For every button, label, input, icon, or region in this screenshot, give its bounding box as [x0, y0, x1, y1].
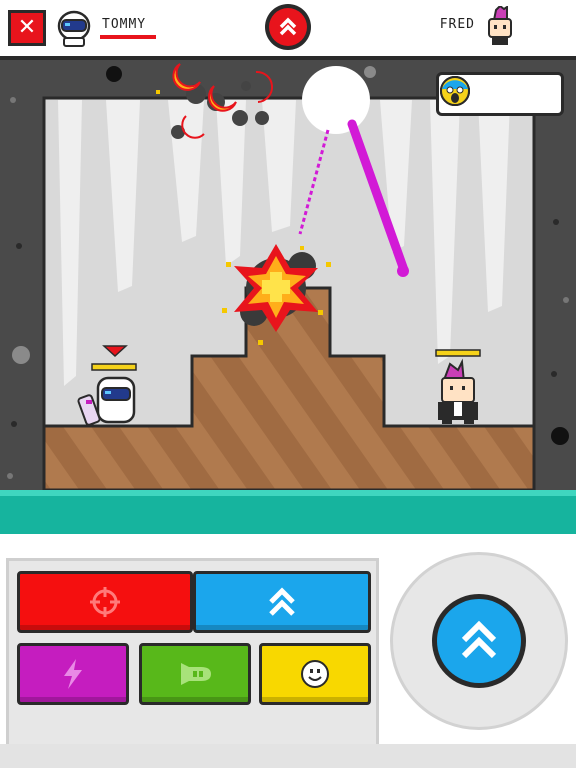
aim-button[interactable]	[17, 571, 193, 633]
crosshair-icon	[90, 587, 120, 617]
player1-name: TOMMY	[102, 17, 147, 32]
astronaut-avatar-icon	[57, 10, 91, 47]
close-button[interactable]: ✕	[8, 10, 46, 46]
water	[0, 490, 576, 534]
player1-health-bar	[100, 35, 156, 39]
game-board	[0, 56, 576, 534]
double-chevron-up-icon	[461, 620, 497, 659]
turn-indicator[interactable]	[265, 4, 311, 50]
top-hud: ✕ TOMMY FRED	[0, 0, 576, 56]
control-panel	[0, 534, 576, 768]
water-highlight	[0, 490, 576, 496]
game-scene[interactable]	[0, 56, 576, 534]
fire-button[interactable]	[432, 594, 526, 688]
double-chevron-up-icon	[269, 587, 295, 616]
emote-button[interactable]	[259, 643, 371, 705]
player2-name: FRED	[439, 17, 475, 32]
punk-mohawk-avatar-icon	[488, 6, 512, 45]
jump-button[interactable]	[193, 571, 371, 633]
smiley-icon	[301, 660, 329, 688]
rocket-icon	[181, 663, 211, 685]
lightning-button[interactable]	[17, 643, 129, 705]
scene-top-border	[0, 56, 576, 60]
close-x-icon: ✕	[17, 15, 37, 40]
scared-face-emoji-icon	[440, 76, 470, 106]
bottom-bar	[0, 744, 576, 768]
double-chevron-up-icon	[279, 17, 297, 36]
weapon-selector	[6, 558, 379, 750]
laser-tip	[397, 265, 409, 277]
white-orb	[302, 66, 370, 134]
player2-health-indicator	[435, 349, 481, 357]
rocket-button[interactable]	[139, 643, 251, 705]
player1-health-indicator	[91, 363, 137, 371]
reaction-bubble	[436, 72, 564, 116]
lightning-icon	[64, 659, 82, 689]
